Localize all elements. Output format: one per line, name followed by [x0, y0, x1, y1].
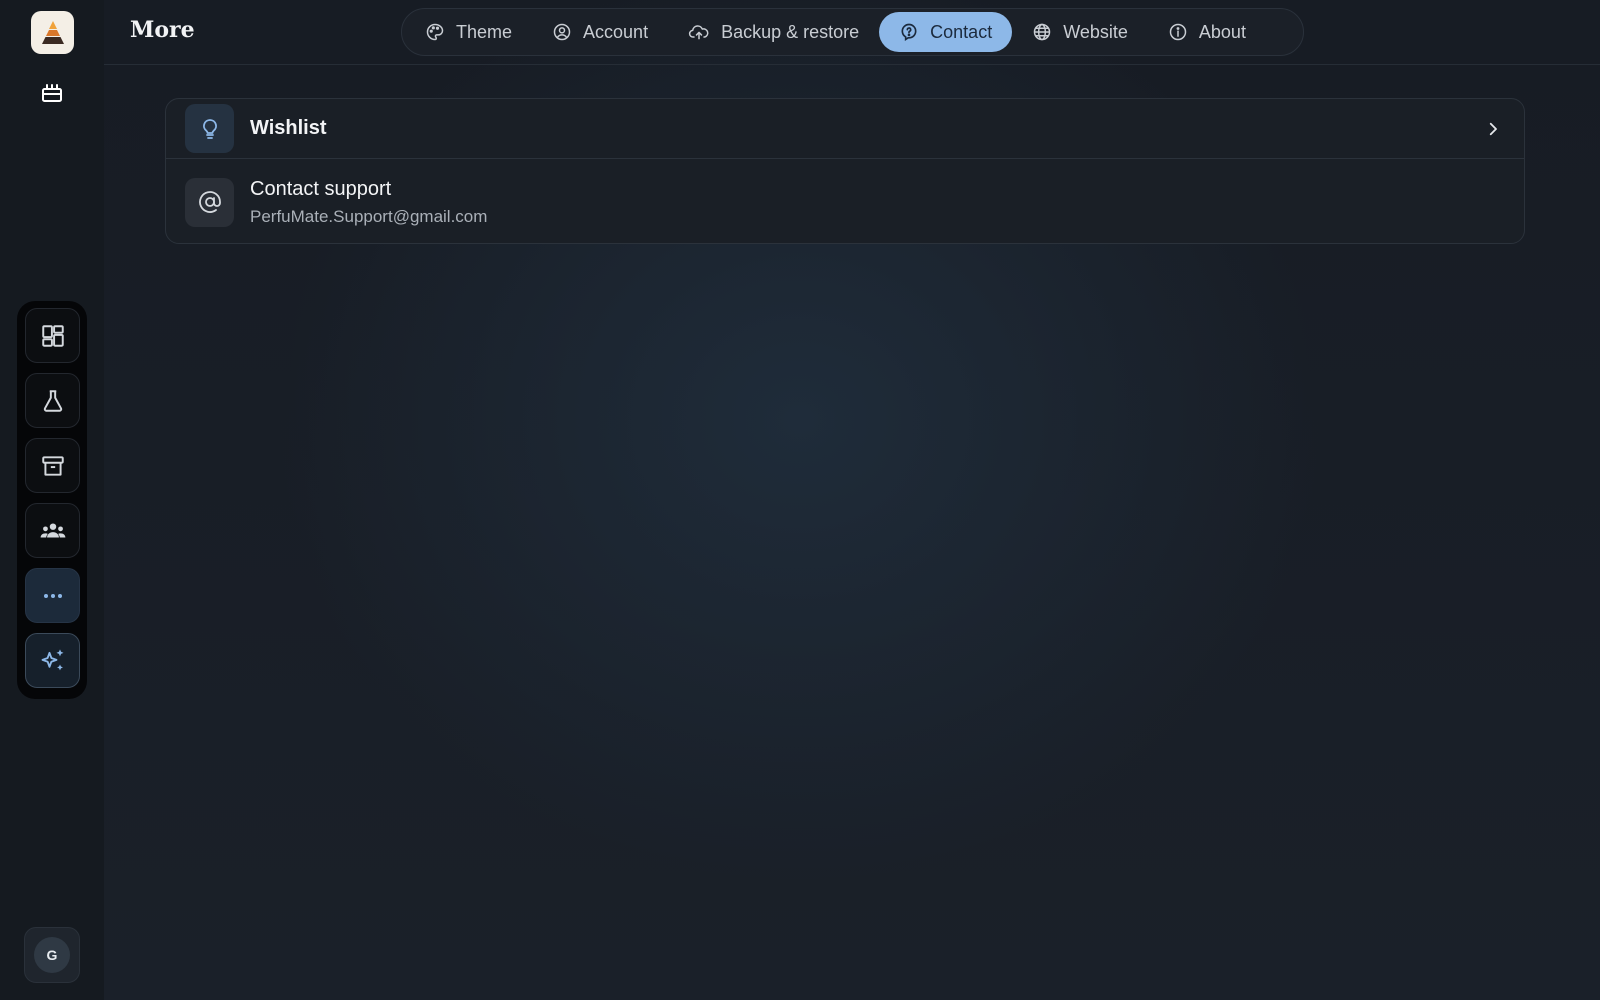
- app-logo[interactable]: [31, 11, 74, 54]
- help-circle-icon: [901, 23, 917, 42]
- wishlist-icon-box: [185, 104, 234, 153]
- globe-icon: [1033, 23, 1051, 41]
- info-icon: [1169, 23, 1187, 41]
- page-title: More: [130, 17, 195, 43]
- contact-support-text: Contact support PerfuMate.Support@gmail.…: [250, 178, 487, 227]
- tab-bar: Theme Account Backup & restore Contact W…: [401, 8, 1304, 56]
- tab-backup-restore[interactable]: Backup & restore: [668, 12, 879, 52]
- tab-about[interactable]: About: [1148, 12, 1266, 52]
- gift-icon: [42, 84, 62, 102]
- at-sign-icon: [198, 191, 221, 213]
- tab-theme-label: Theme: [456, 21, 513, 42]
- cloud-upload-icon: [688, 25, 709, 40]
- tab-theme[interactable]: Theme: [405, 12, 532, 52]
- wishlist-row[interactable]: Wishlist: [166, 99, 1524, 159]
- sparkles-icon: [41, 648, 63, 670]
- tab-account-label: Account: [583, 21, 649, 42]
- more-dots-icon: [43, 593, 62, 598]
- contact-card: Wishlist Contact support PerfuMate.Suppo…: [165, 98, 1525, 244]
- nav-ai-button[interactable]: [25, 633, 80, 688]
- gift-button[interactable]: [37, 77, 67, 107]
- flask-icon: [43, 389, 62, 412]
- avatar: G: [34, 937, 70, 973]
- nav-more-button[interactable]: [25, 568, 80, 623]
- tab-contact-label: Contact: [930, 21, 993, 42]
- chevron-right-icon: [1484, 120, 1502, 138]
- wishlist-text: Wishlist: [250, 117, 327, 140]
- sidebar: G: [0, 0, 104, 1000]
- people-icon: [40, 522, 65, 537]
- tab-contact[interactable]: Contact: [879, 12, 1013, 52]
- nav-dashboard-button[interactable]: [25, 308, 80, 363]
- contact-support-icon-box: [185, 177, 234, 227]
- profile-button[interactable]: G: [24, 927, 80, 983]
- tab-account[interactable]: Account: [532, 12, 668, 52]
- palette-icon: [426, 23, 444, 41]
- tab-website[interactable]: Website: [1012, 12, 1148, 52]
- nav-lab-button[interactable]: [25, 373, 80, 428]
- lightbulb-icon: [202, 118, 217, 139]
- support-email[interactable]: PerfuMate.Support@gmail.com: [250, 207, 487, 227]
- contact-support-title: Contact support: [250, 177, 392, 200]
- tab-website-label: Website: [1063, 21, 1128, 42]
- header: More Theme Account Backup & restore Cont…: [104, 0, 1600, 65]
- contact-support-row[interactable]: Contact support PerfuMate.Support@gmail.…: [166, 159, 1524, 243]
- pyramid-logo-icon: [41, 20, 64, 44]
- tab-backup-restore-label: Backup & restore: [721, 21, 860, 42]
- nav-community-button[interactable]: [25, 503, 80, 558]
- wishlist-title: Wishlist: [250, 117, 327, 139]
- dashboard-icon: [41, 324, 64, 347]
- nav-archive-button[interactable]: [25, 438, 80, 493]
- tab-about-label: About: [1198, 21, 1246, 42]
- nav-dock: [17, 301, 87, 699]
- user-circle-icon: [553, 23, 571, 41]
- archive-icon: [41, 455, 64, 476]
